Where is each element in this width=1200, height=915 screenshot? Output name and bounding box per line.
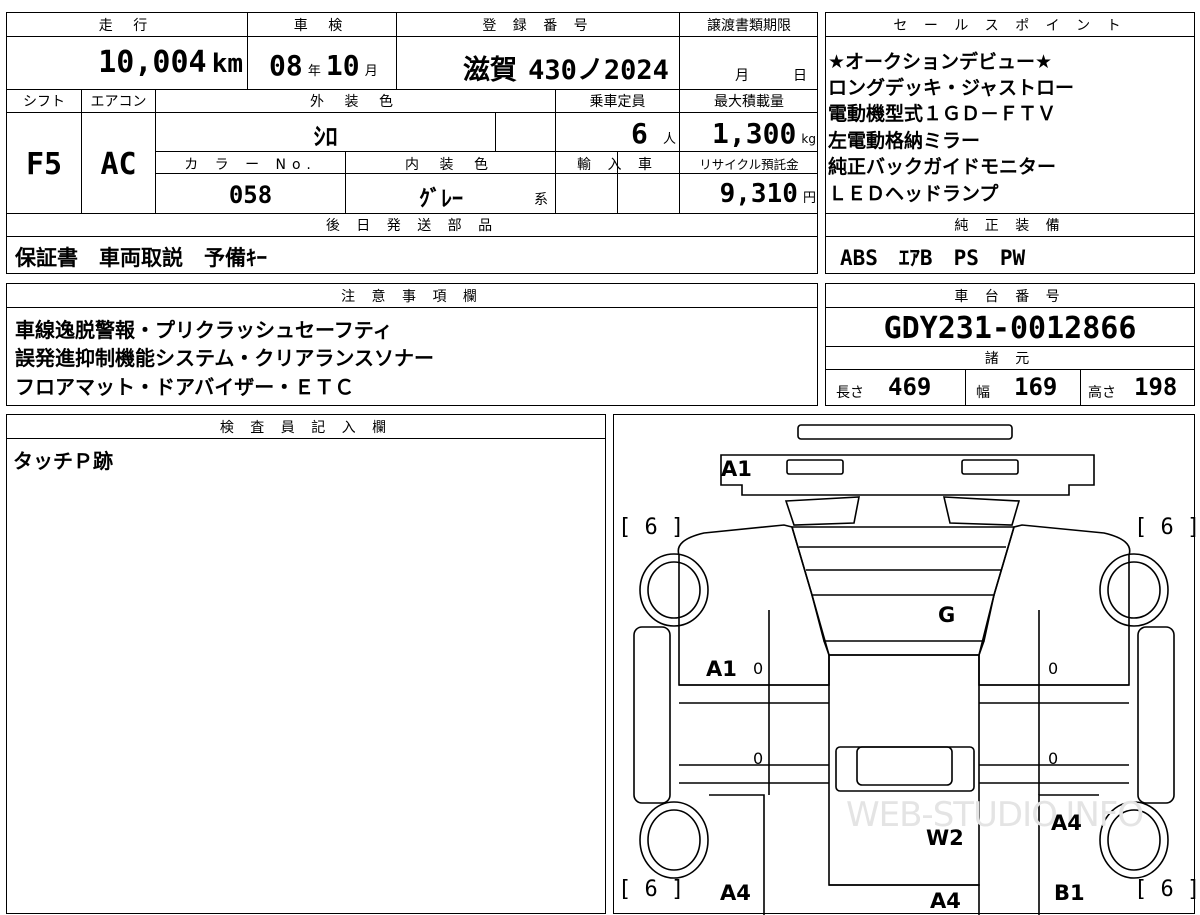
mileage-value: 10,004 — [98, 45, 207, 80]
recycle-fee-value: 9,310 — [719, 179, 798, 209]
inspection-month-unit: 月 — [364, 64, 378, 79]
mark-front-bumper: A1 — [721, 457, 752, 481]
sales-point-line-3: 電動機型式１ＧＤ－ＦＴＶ — [828, 103, 1057, 125]
exterior-color-value: ｼﾛ — [313, 123, 338, 151]
inspector-header: 検 査 員 記 入 欄 — [219, 420, 393, 436]
mark-right-door-rear-zero: 0 — [1048, 749, 1059, 768]
mileage-header: 走 行 — [98, 18, 156, 34]
recycle-header: リサイクル預託金 — [699, 157, 799, 172]
shift-header: シフト — [23, 94, 65, 110]
mileage-value-group: 10,004 km — [7, 45, 243, 80]
mark-windshield: G — [938, 603, 956, 627]
mark-tire-front-right: [ 6 ] — [1134, 515, 1200, 540]
recycle-fee-unit: 円 — [802, 191, 816, 206]
mileage-unit: km — [211, 49, 243, 79]
chassis-panel: 車 台 番 号 GDY231-0012866 諸 元 長さ 469 幅 169 … — [825, 283, 1195, 406]
max-load-unit: kg — [801, 132, 816, 146]
capacity-unit: 人 — [662, 132, 676, 147]
ac-header: エアコン — [90, 94, 147, 110]
mark-rear-center: A4 — [930, 889, 961, 913]
vehicle-info-panel: 走 行 車 検 登 録 番 号 譲渡書類期限 10,004 km 08 年 10… — [6, 12, 818, 274]
registration-number: 430ノ2024 — [528, 55, 669, 86]
max-load-value: 1,300 — [712, 117, 797, 150]
inspection-year: 08 — [269, 49, 303, 82]
max-load-header: 最大積載量 — [714, 94, 784, 110]
height-value: 198 — [1134, 373, 1178, 401]
transfer-deadline-header: 譲渡書類期限 — [707, 18, 791, 34]
capacity-value: 6 — [631, 117, 648, 150]
mark-left-bed: A4 — [720, 881, 751, 905]
width-value: 169 — [1014, 373, 1058, 401]
transfer-month-unit: 月 — [735, 68, 749, 84]
sales-point-line-6: ＬＥＤヘッドランプ — [828, 183, 999, 205]
mark-right-bed: B1 — [1054, 881, 1085, 905]
mark-left-door-rear-zero: 0 — [753, 749, 764, 768]
notes-header: 注 意 事 項 欄 — [341, 289, 483, 305]
later-parts-value: 保証書 車両取説 予備ｷｰ — [15, 246, 267, 270]
max-load-value-group: 1,300 kg — [680, 117, 816, 150]
notes-line-2: 誤発進抑制機能システム・クリアランスソナー — [15, 346, 434, 370]
mark-tire-rear-right: [ 6 ] — [1134, 877, 1200, 902]
mark-left-door-front-zero: 0 — [753, 659, 764, 678]
notes-line-3: フロアマット・ドアバイザー・ＥＴＣ — [15, 375, 355, 399]
dimensions-header: 諸 元 — [984, 351, 1036, 367]
mark-tire-rear-left: [ 6 ] — [618, 877, 685, 902]
mark-left-door-front: A1 — [706, 657, 737, 681]
interior-color-suffix: 系 — [534, 192, 548, 208]
exterior-color-header: 外 装 色 — [310, 94, 401, 110]
height-label: 高さ — [1088, 385, 1116, 401]
interior-color-header: 内 装 色 — [405, 157, 496, 173]
interior-color-value: ｸﾞﾚｰ — [418, 187, 463, 212]
vehicle-diagram: WEB-STUDIO.INFO A1 [ 6 ] [ 6 ] G A1 0 0 … — [613, 414, 1200, 915]
capacity-header: 乗車定員 — [589, 94, 646, 110]
ac-value: AC — [100, 147, 137, 182]
length-label: 長さ — [836, 385, 864, 401]
inspector-note: タッチＰ跡 — [13, 449, 113, 473]
inspector-panel: 検 査 員 記 入 欄 タッチＰ跡 — [6, 414, 606, 914]
recycle-value-group: 9,310 円 — [680, 179, 816, 209]
truck-outline-svg — [633, 424, 1175, 915]
mark-roof: W2 — [926, 826, 964, 850]
length-value: 469 — [888, 373, 932, 401]
sales-point-line-4: 左電動格納ミラー — [828, 130, 981, 152]
equipment-header: 純 正 装 備 — [954, 218, 1066, 234]
sales-points-panel: セ ー ル ス ポ イ ン ト ★オークションデビュー★ ロングデッキ・ジャスト… — [825, 12, 1195, 274]
import-header: 輸 入 車 — [577, 157, 658, 173]
color-no-header: カ ラ ー No. — [184, 157, 317, 173]
mark-right-rear-panel: A4 — [1051, 811, 1082, 835]
sales-point-line-2: ロングデッキ・ジャストロー — [828, 77, 1075, 99]
notes-panel: 注 意 事 項 欄 車線逸脱警報・プリクラッシュセーフティ 誤発進抑制機能システ… — [6, 283, 818, 406]
inspection-value-group: 08 年 10 月 — [269, 49, 378, 82]
registration-value-group: 滋賀 430ノ2024 — [463, 48, 669, 87]
sales-points-header: セ ー ル ス ポ イ ン ト — [893, 18, 1127, 34]
transfer-day-unit: 日 — [793, 68, 807, 84]
registration-place: 滋賀 — [463, 55, 517, 86]
sales-point-line-1: ★オークションデビュー★ — [828, 51, 1053, 73]
color-no-value: 058 — [228, 181, 273, 209]
mark-right-door-front-zero: 0 — [1048, 659, 1059, 678]
capacity-value-group: 6 人 — [556, 117, 676, 150]
shift-value: F5 — [25, 147, 63, 182]
chassis-number: GDY231-0012866 — [883, 311, 1137, 346]
width-label: 幅 — [976, 385, 990, 401]
inspection-year-unit: 年 — [307, 64, 321, 79]
registration-header: 登 録 番 号 — [482, 18, 594, 34]
sales-point-line-5: 純正バックガイドモニター — [828, 156, 1057, 178]
mark-tire-front-left: [ 6 ] — [618, 515, 685, 540]
inspection-month: 10 — [325, 49, 360, 82]
notes-line-1: 車線逸脱警報・プリクラッシュセーフティ — [15, 318, 393, 342]
chassis-header: 車 台 番 号 — [954, 289, 1066, 305]
diagram-watermark: WEB-STUDIO.INFO — [846, 795, 1144, 835]
later-parts-header: 後 日 発 送 部 品 — [325, 218, 499, 234]
equipment-value: ABS ｴｱB PS PW — [840, 246, 1026, 270]
inspection-header: 車 検 — [293, 18, 351, 34]
